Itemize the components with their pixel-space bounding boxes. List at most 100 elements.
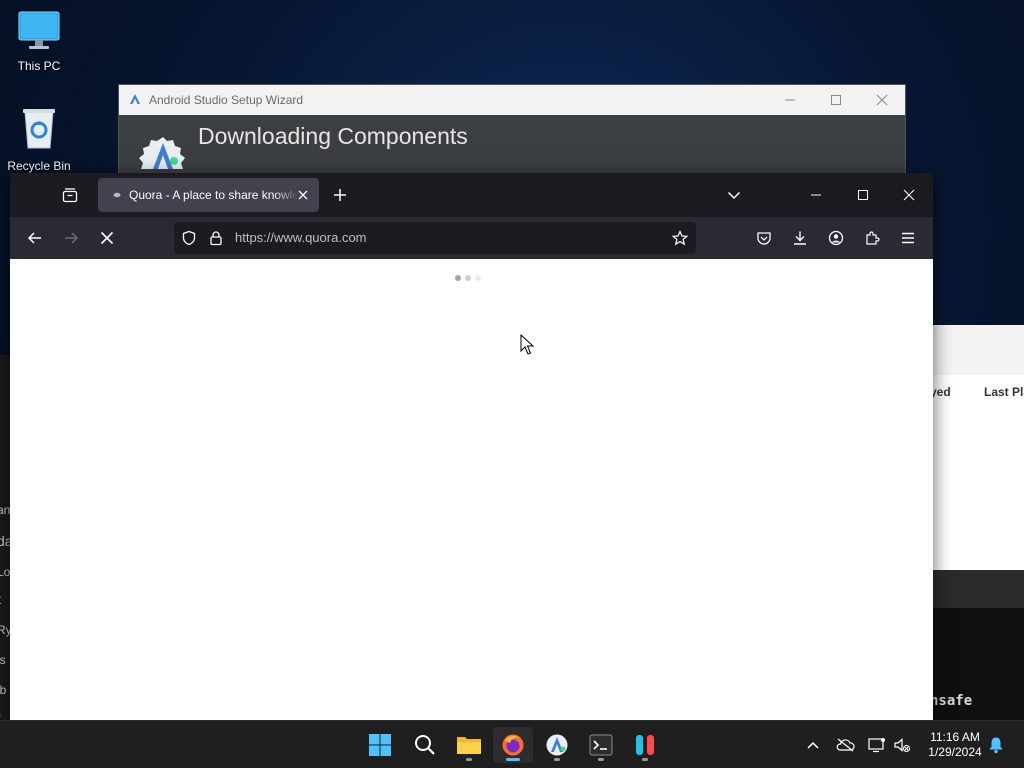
menu-button[interactable]: [896, 226, 920, 250]
firefox-view-button[interactable]: [58, 183, 82, 207]
close-button[interactable]: [859, 85, 905, 115]
desktop-icon-label: Recycle Bin: [7, 159, 71, 173]
firefox-icon: [502, 734, 524, 756]
loading-indicator: [455, 275, 481, 281]
maximize-button[interactable]: [813, 85, 859, 115]
network-icon: [868, 738, 885, 753]
account-button[interactable]: [824, 226, 848, 250]
mouse-pointer-icon: [520, 333, 535, 361]
show-hidden-icons-button[interactable]: [801, 733, 825, 757]
navigation-toolbar[interactable]: https://www.quora.com: [10, 217, 933, 259]
clock-date: 1/29/2024: [928, 745, 982, 759]
window-controls: [767, 85, 905, 115]
clock[interactable]: 11:16 AM 1/29/2024: [918, 730, 992, 760]
url-text[interactable]: https://www.quora.com: [235, 230, 367, 245]
bookmark-star-icon[interactable]: [672, 230, 688, 246]
loading-dot: [475, 275, 481, 281]
plus-icon: [334, 189, 346, 201]
maximize-button[interactable]: [840, 173, 886, 217]
running-indicator: [554, 758, 560, 761]
firefox-window[interactable]: Quora - A place to share knowledge: [10, 173, 933, 720]
android-studio-small-icon: [129, 93, 141, 108]
file-explorer-taskbar-button[interactable]: [449, 727, 489, 763]
extensions-button[interactable]: [860, 226, 884, 250]
quora-favicon-icon: [110, 188, 124, 202]
onedrive-tray-button[interactable]: [833, 733, 857, 757]
forward-button[interactable]: [59, 226, 83, 250]
search-button[interactable]: [405, 727, 445, 763]
cloud-offline-icon: [836, 738, 855, 752]
windows-start-icon: [369, 734, 391, 756]
notifications-button[interactable]: [984, 733, 1008, 757]
terminal-icon: [589, 734, 613, 756]
network-tray-button[interactable]: [865, 733, 889, 757]
strip-text: ls: [0, 653, 6, 667]
downloads-button[interactable]: [788, 226, 812, 250]
bell-icon: [989, 737, 1003, 754]
minimize-icon: [811, 194, 821, 196]
back-button[interactable]: [23, 226, 47, 250]
strip-text: an: [0, 503, 11, 517]
lock-icon[interactable]: [208, 230, 224, 246]
list-all-tabs-button[interactable]: [711, 173, 757, 217]
hamburger-icon: [902, 232, 914, 244]
android-studio-setup-window[interactable]: Android Studio Setup Wizard Downloading …: [119, 85, 905, 180]
pocket-button[interactable]: [752, 226, 776, 250]
firefox-view-icon: [62, 188, 78, 203]
minimize-icon: [785, 99, 795, 101]
column-header[interactable]: Last Pla: [984, 385, 1024, 399]
pocket-icon: [757, 232, 771, 245]
strip-text: ib: [0, 683, 7, 697]
search-icon: [415, 735, 435, 755]
tab-quora[interactable]: Quora - A place to share knowledge: [98, 178, 319, 212]
app-taskbar-button[interactable]: [625, 727, 665, 763]
background-window-bar: [930, 570, 1024, 608]
tab-close-button[interactable]: [295, 187, 311, 203]
puzzle-icon: [866, 231, 880, 245]
column-header[interactable]: yed: [930, 385, 951, 399]
download-icon: [794, 231, 806, 245]
desktop-icon-label: This PC: [17, 59, 61, 73]
minimize-button[interactable]: [767, 85, 813, 115]
close-button[interactable]: [886, 173, 932, 217]
new-tab-button[interactable]: [328, 183, 352, 207]
close-icon: [876, 94, 888, 106]
terminal-taskbar-button[interactable]: [581, 727, 621, 763]
active-indicator: [506, 758, 520, 761]
folder-icon: [457, 737, 481, 754]
maximize-icon: [858, 190, 868, 200]
desktop-icon-this-pc[interactable]: This PC: [1, 10, 77, 73]
loading-dot: [465, 275, 471, 281]
volume-muted-icon: [894, 738, 911, 753]
loading-dot: [455, 275, 461, 281]
maximize-icon: [831, 95, 841, 105]
arrow-right-icon: [65, 232, 79, 244]
stop-loading-button[interactable]: [95, 226, 119, 250]
address-bar[interactable]: https://www.quora.com: [174, 222, 696, 254]
strip-text: Lo: [0, 565, 11, 579]
tracking-protection-shield-icon[interactable]: [181, 230, 197, 246]
tab-bar[interactable]: Quora - A place to share knowledge: [10, 173, 933, 217]
column-headers: yed Last Pla: [930, 383, 1024, 405]
page-content[interactable]: [10, 259, 933, 720]
monitor-icon: [1, 10, 77, 55]
recycle-bin-icon: [1, 106, 77, 155]
account-icon: [828, 230, 844, 246]
start-button[interactable]: [360, 727, 400, 763]
window-title: Android Studio Setup Wizard: [149, 93, 304, 107]
tab-title: Quora - A place to share knowledge: [129, 188, 299, 202]
background-window-header: [930, 325, 1024, 375]
running-indicator: [642, 758, 648, 761]
close-icon: [903, 189, 915, 201]
chevron-up-icon: [807, 741, 819, 749]
firefox-taskbar-button[interactable]: [493, 727, 533, 763]
android-studio-taskbar-button[interactable]: [537, 727, 577, 763]
arrow-left-icon: [27, 232, 41, 244]
chevron-down-icon: [727, 191, 741, 200]
volume-tray-button[interactable]: [890, 733, 914, 757]
clock-time: 11:16 AM: [930, 730, 980, 744]
background-window-text: nsafe: [930, 693, 973, 709]
minimize-button[interactable]: [793, 173, 839, 217]
taskbar: 11:16 AM 1/29/2024: [0, 720, 1024, 768]
desktop-icon-recycle-bin[interactable]: Recycle Bin: [1, 106, 77, 173]
